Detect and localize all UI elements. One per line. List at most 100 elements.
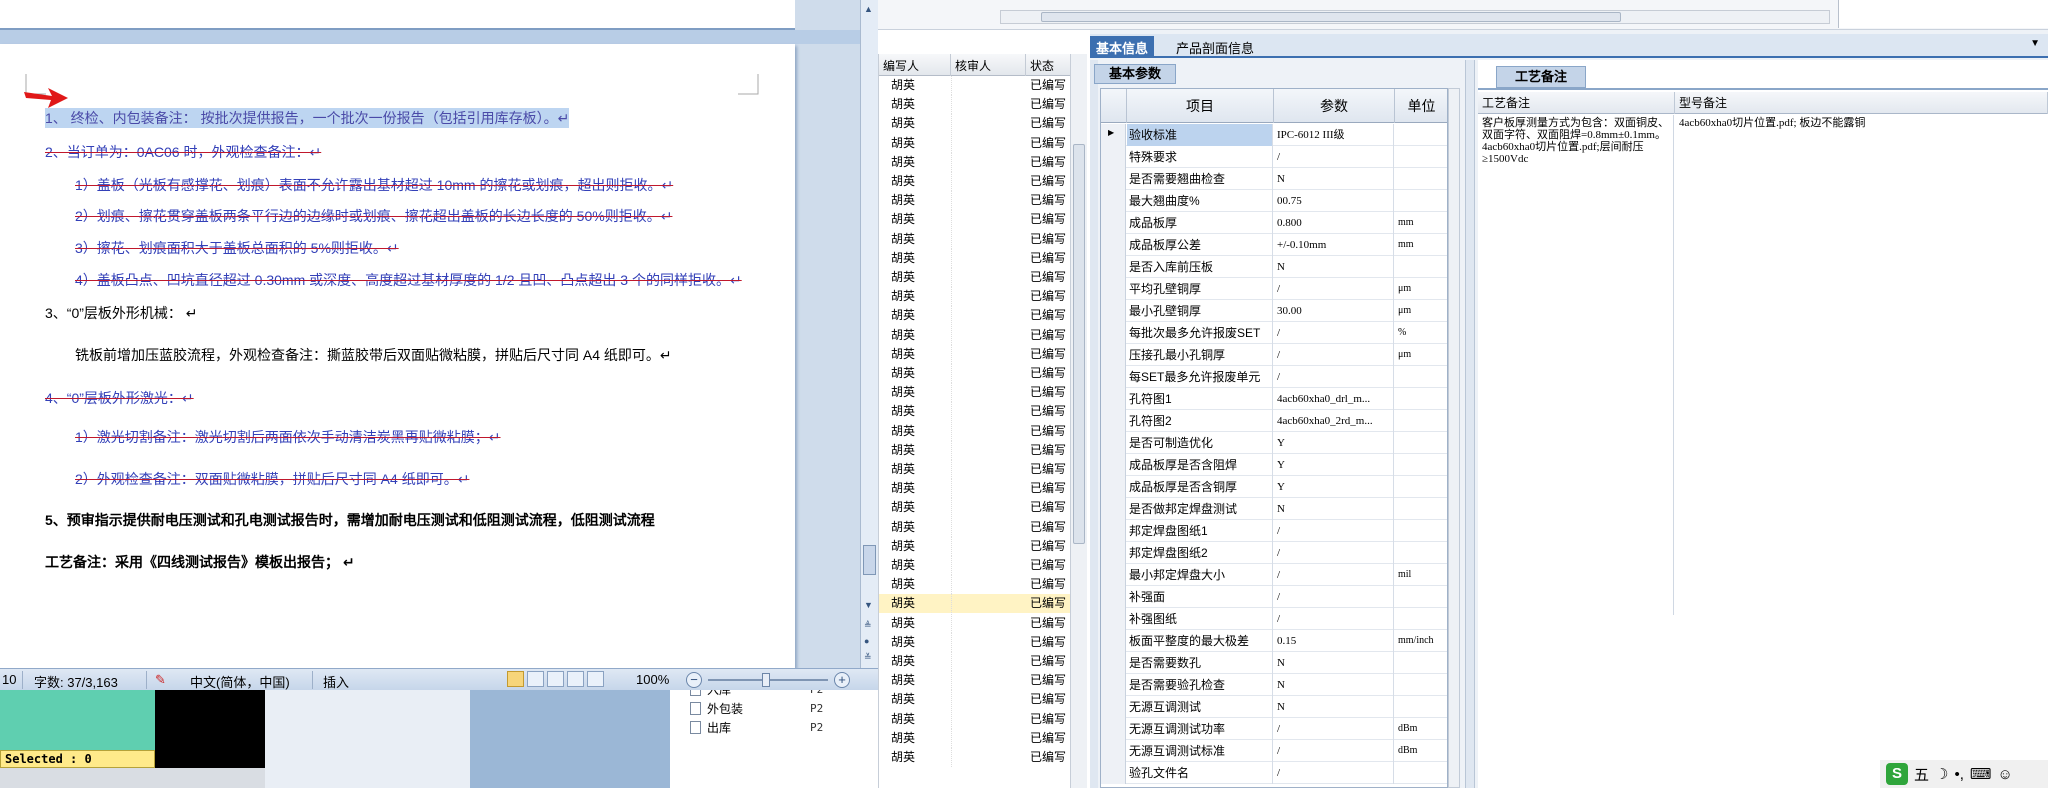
model-note-cell[interactable]: 4acb60xha0切片位置.pdf; 板边不能露铜 [1675,115,2048,131]
grid-row[interactable]: 最小孔壁铜厚 30.00 μm [1101,300,1447,322]
grid-row[interactable]: 孔符图1 4acb60xha0_drl_m... [1101,388,1447,410]
column-header-item[interactable]: 项目 [1127,89,1274,123]
list-row[interactable]: 胡英 已编写 [879,306,1071,326]
row-indicator[interactable] [1101,718,1126,740]
param-value-cell[interactable]: / [1274,564,1394,586]
list-row[interactable]: 胡英 已编写 [879,594,1071,614]
list-row[interactable]: 胡英 已编写 [879,632,1071,652]
param-value-cell[interactable]: 4acb60xha0_2rd_m... [1274,410,1394,432]
list-row[interactable]: 胡英 已编写 [879,479,1071,499]
document-paragraph[interactable]: 4）盖板凸点、凹坑直径超过 0.30mm 或深度、高度超过基材厚度的 1/2 且… [75,270,742,290]
grid-row[interactable]: 无源互调测试标准 / dBm [1101,740,1447,762]
column-header-param[interactable]: 参数 [1274,89,1395,123]
list-row[interactable]: 胡英 已编写 [879,690,1071,710]
list-row[interactable]: 胡英 已编写 [879,364,1071,383]
tab-basic-info[interactable]: 基本信息 [1090,36,1155,58]
row-indicator[interactable] [1101,300,1126,322]
document-paragraph[interactable]: 3）擦花、划痕面积大于盖板总面积的 5%则拒收。↵ [75,238,399,258]
document-paragraph[interactable]: 2）外观检查备注：双面贴微粘膜，拼贴后尺寸同 A4 纸即可。↵ [75,469,469,489]
spelling-check-icon[interactable]: ✎ [155,672,166,688]
row-indicator[interactable] [1101,498,1126,520]
list-row[interactable]: 胡英 已编写 [879,248,1071,268]
punctuation-icon[interactable]: •, [1954,766,1963,783]
list-row[interactable]: 胡英 已编写 [879,536,1071,556]
document-paragraph[interactable]: 1、 终检、内包装备注： 按批次提供报告，一个批次一份报告（包括引用库存板）。↵ [45,108,570,128]
grid-row[interactable]: 每SET最多允许报废单元 / [1101,366,1447,388]
grid-row[interactable]: 是否需要验孔检查 N [1101,674,1447,696]
row-indicator[interactable] [1101,432,1126,454]
param-value-cell[interactable]: / [1274,586,1394,608]
document-paragraph[interactable]: 1）激光切割备注：激光切割后两面依次手动清洁炭黑再贴微粘膜；↵ [75,427,501,447]
param-value-cell[interactable]: N [1274,674,1394,696]
grid-row[interactable]: 邦定焊盘图纸2/ [1101,542,1447,564]
list-row[interactable]: 胡英 已编写 [879,191,1071,211]
grid-row[interactable]: 成品板厚是否含阻焊 Y [1101,454,1447,476]
param-value-cell[interactable]: 00.75 [1274,190,1394,212]
grid-row[interactable]: 邦定焊盘图纸1/ [1101,520,1447,542]
process-note-cell[interactable]: 客户板厚测量方式为包含：双面铜皮、双面字符、双面阻焊=0.8mm±0.1mm。4… [1478,115,1674,615]
list-row[interactable]: 胡英 已编写 [879,748,1071,767]
subtab-basic-params[interactable]: 基本参数 [1094,64,1176,84]
moon-icon[interactable]: ☽ [1935,765,1948,783]
param-value-cell[interactable]: 0.15 [1274,630,1394,652]
row-indicator[interactable] [1101,322,1126,344]
param-value-cell[interactable]: / [1274,762,1394,784]
list-row[interactable]: 胡英 已编写 [879,709,1071,729]
row-indicator[interactable] [1101,344,1126,366]
document-paragraph[interactable]: 1）盖板（光板有感撑花、划痕）表面不允许露出基材超过 10mm 的擦花或划痕，超… [75,175,673,195]
column-header-model-note[interactable]: 型号备注 [1675,92,2048,114]
param-value-cell[interactable]: / [1274,542,1394,564]
column-header-status[interactable]: 状态 [1026,54,1071,76]
list-row[interactable]: 胡英 已编写 [879,498,1071,518]
row-indicator[interactable] [1101,212,1126,234]
print-layout-view-button[interactable] [507,671,524,687]
list-row[interactable]: 胡英 已编写 [879,517,1071,537]
row-indicator[interactable] [1101,520,1126,542]
list-row[interactable]: 胡英 已编写 [879,652,1071,671]
list-row[interactable]: 胡英 已编写 [879,76,1071,95]
document-paragraph[interactable]: 工艺备注：采用《四线测试报告》模板出报告； ↵ [45,552,355,572]
param-value-cell[interactable]: / [1274,608,1394,630]
row-indicator[interactable] [1101,124,1126,146]
list-row[interactable]: 胡英 已编写 [879,556,1071,575]
grid-row[interactable]: 最小邦定焊盘大小 / mil [1101,564,1447,586]
user-icon[interactable]: ☺ [1998,766,2013,783]
grid-row[interactable]: 是否入库前压板 N [1101,256,1447,278]
grid-row[interactable]: 补强面 / [1101,586,1447,608]
row-indicator[interactable] [1101,256,1126,278]
list-row[interactable]: 胡英 已编写 [879,728,1071,748]
list-row[interactable]: 胡英 已编写 [879,671,1071,691]
row-indicator[interactable] [1101,652,1126,674]
row-indicator[interactable] [1101,696,1126,718]
grid-row[interactable]: 是否做邦定焊盘测试 N [1101,498,1447,520]
param-value-cell[interactable]: N [1274,168,1394,190]
grid-row[interactable]: 平均孔壁铜厚 / μm [1101,278,1447,300]
scroll-thumb[interactable] [1041,12,1621,22]
panel-splitter[interactable] [1465,60,1475,788]
zoom-level[interactable]: 100% [636,672,669,687]
row-indicator[interactable] [1101,740,1126,762]
param-value-cell[interactable]: / [1274,322,1394,344]
zoom-in-icon[interactable]: + [834,672,850,688]
grid-row[interactable]: 板面平整度的最大极差 0.15 mm/inch [1101,630,1447,652]
grid-row[interactable]: 验收标准IPC-6012 III级 [1101,124,1447,146]
insert-mode-indicator[interactable]: 插入 [323,672,349,691]
param-value-cell[interactable]: / [1274,718,1394,740]
list-row[interactable]: 胡英 已编写 [879,613,1071,633]
row-indicator[interactable] [1101,454,1126,476]
param-value-cell[interactable]: Y [1274,432,1394,454]
list-row[interactable]: 胡英 已编写 [879,152,1071,172]
row-indicator[interactable] [1101,190,1126,212]
param-value-cell[interactable]: / [1274,278,1394,300]
param-value-cell[interactable]: N [1274,498,1394,520]
grid-row[interactable]: 是否需要翘曲检查 N [1101,168,1447,190]
browse-object-icon[interactable]: ● [864,636,869,646]
list-row[interactable]: 胡英 已编写 [879,383,1071,403]
grid-row[interactable]: 最大翘曲度% 00.75 [1101,190,1447,212]
full-screen-reading-view-button[interactable] [527,671,544,687]
draft-view-button[interactable] [587,671,604,687]
scroll-down-icon[interactable]: ▼ [864,600,873,610]
list-row[interactable]: 胡英 已编写 [879,421,1071,441]
param-value-cell[interactable]: N [1274,652,1394,674]
list-row[interactable]: 胡英 已编写 [879,229,1071,249]
